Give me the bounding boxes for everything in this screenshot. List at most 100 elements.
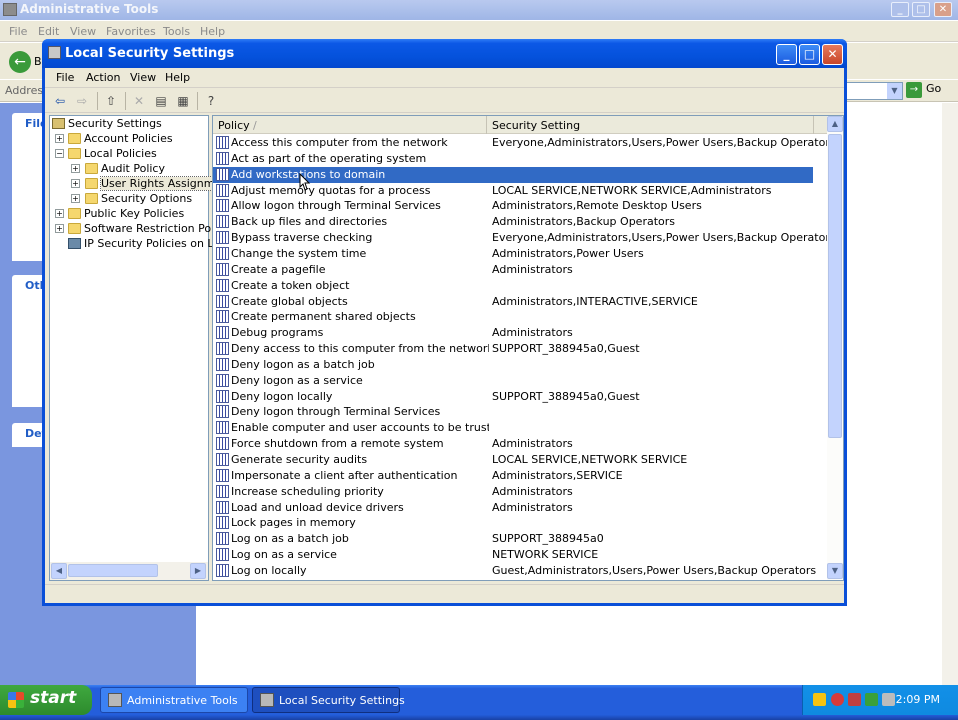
table-row[interactable]: Create a token object (213, 278, 813, 294)
table-row[interactable]: Deny logon locally SUPPORT_388945a0,Guest (213, 389, 813, 405)
tree-node-label: Local Policies (84, 147, 157, 160)
sort-indicator-icon: / (253, 119, 257, 132)
collapse-icon[interactable]: − (55, 149, 64, 158)
delete-icon[interactable]: ✕ (130, 92, 148, 110)
background-window-titlebar[interactable]: Administrative Tools _ □ ✕ (0, 0, 958, 20)
minimize-button[interactable]: _ (776, 44, 797, 65)
tree-node-security-settings[interactable]: Security Settings (52, 116, 162, 131)
dialog-toolbar: ⇦ ⇨ ⇧ ✕ ▤ ▦ ? (45, 89, 844, 113)
tree-node-label: Security Settings (68, 117, 162, 130)
table-row[interactable]: Access this computer from the network Eve… (213, 135, 836, 151)
table-row[interactable]: Create permanent shared objects (213, 309, 813, 325)
bg-menu-tools[interactable]: Tools (163, 25, 190, 38)
bg-maximize-button[interactable]: □ (912, 2, 930, 17)
tree-node-local-policies[interactable]: Local Policies (68, 146, 157, 161)
table-row[interactable]: Create a pagefile Administrators (213, 262, 813, 278)
security-shield-icon[interactable] (813, 693, 826, 706)
column-header-security-setting[interactable]: Security Setting (487, 116, 814, 134)
export-list-icon[interactable]: ▦ (174, 92, 192, 110)
table-row[interactable]: Increase scheduling priority Administrato… (213, 484, 813, 500)
table-row[interactable]: Enable computer and user accounts to be … (213, 420, 813, 436)
tree-node-ip-security[interactable]: IP Security Policies on Loca (68, 236, 233, 251)
expand-icon[interactable]: + (55, 134, 64, 143)
table-row[interactable]: Create global objects Administrators,INTE… (213, 294, 813, 310)
scroll-left-icon[interactable]: ◀ (51, 563, 67, 579)
table-row[interactable]: Lock pages in memory (213, 515, 813, 531)
expand-icon[interactable]: + (71, 194, 80, 203)
bg-back-label[interactable]: B (34, 55, 42, 68)
menu-view[interactable]: View (130, 71, 156, 84)
address-input[interactable]: ▼ (845, 82, 903, 100)
column-label: Security Setting (492, 119, 581, 132)
table-row[interactable]: Act as part of the operating system (213, 151, 813, 167)
start-button[interactable]: start (0, 685, 92, 715)
back-arrow-icon[interactable]: ⇦ (51, 92, 69, 110)
properties-icon[interactable]: ▤ (152, 92, 170, 110)
table-row[interactable]: Deny access to this computer from the ne… (213, 341, 813, 357)
menu-file[interactable]: File (56, 71, 74, 84)
table-row[interactable]: Force shutdown from a remote system Admin… (213, 436, 813, 452)
computer-icon[interactable] (882, 693, 895, 706)
table-row[interactable]: Deny logon as a batch job (213, 357, 813, 373)
clock: 2:09 PM (895, 693, 940, 706)
bg-back-icon[interactable]: ← (9, 51, 31, 73)
dialog-titlebar[interactable]: Local Security Settings _ □ ✕ (42, 39, 847, 68)
table-row[interactable]: Log on locally Guest,Administrators,Users… (213, 563, 816, 579)
go-button[interactable]: → Go (906, 82, 946, 100)
policy-name: Act as part of the operating system (231, 151, 427, 165)
tree-node-public-key-policies[interactable]: Public Key Policies (68, 206, 184, 221)
background-scrollbar[interactable] (942, 103, 958, 685)
table-row[interactable]: Bypass traverse checking Everyone,Adminis… (213, 230, 836, 246)
table-row[interactable]: Debug programs Administrators (213, 325, 813, 341)
menu-action[interactable]: Action (86, 71, 120, 84)
table-row[interactable]: Log on as a service NETWORK SERVICE (213, 547, 813, 563)
table-row[interactable]: Deny logon through Terminal Services (213, 404, 813, 420)
tree-node-user-rights-assignment[interactable]: User Rights Assignmen (85, 176, 230, 191)
policy-name: Deny logon as a batch job (231, 357, 375, 371)
network-alert-icon[interactable] (848, 693, 861, 706)
address-dropdown-icon[interactable]: ▼ (887, 83, 902, 99)
close-button[interactable]: ✕ (822, 44, 843, 65)
network-icon[interactable] (865, 693, 878, 706)
table-row[interactable]: Back up files and directories Administrat… (213, 214, 813, 230)
column-label: Policy (218, 119, 250, 132)
bg-menu-file[interactable]: File (9, 25, 27, 38)
tree-node-audit-policy[interactable]: Audit Policy (85, 161, 165, 176)
list-scroll-thumb[interactable] (828, 134, 842, 438)
task-local-security-settings[interactable]: Local Security Settings (252, 687, 405, 713)
tree-scroll-thumb[interactable] (68, 564, 158, 577)
bg-menu-view[interactable]: View (70, 25, 96, 38)
forward-arrow-icon[interactable]: ⇨ (73, 92, 91, 110)
bg-menu-edit[interactable]: Edit (38, 25, 59, 38)
table-row[interactable]: Deny logon as a service (213, 373, 813, 389)
bg-close-button[interactable]: ✕ (934, 2, 952, 17)
bg-menu-favorites[interactable]: Favorites (106, 25, 156, 38)
table-row[interactable]: Allow logon through Terminal Services Adm… (213, 198, 813, 214)
expand-icon[interactable]: + (71, 179, 80, 188)
table-row[interactable]: Impersonate a client after authenticatio… (213, 468, 813, 484)
expand-icon[interactable]: + (55, 209, 64, 218)
scroll-up-icon[interactable]: ▲ (827, 116, 843, 132)
column-header-policy[interactable]: Policy / (213, 116, 487, 134)
bg-menu-help[interactable]: Help (200, 25, 225, 38)
table-row[interactable]: Change the system time Administrators,Pow… (213, 246, 813, 262)
scroll-down-icon[interactable]: ▼ (827, 563, 843, 579)
expand-icon[interactable]: + (55, 224, 64, 233)
list-vertical-scrollbar[interactable]: ▲ ▼ (827, 116, 843, 580)
scroll-right-icon[interactable]: ▶ (190, 563, 206, 579)
task-administrative-tools[interactable]: Administrative Tools (100, 687, 248, 713)
tree-horizontal-scrollbar[interactable]: ◀ ▶ (50, 562, 208, 580)
help-icon[interactable]: ? (202, 92, 220, 110)
tree-node-software-restriction[interactable]: Software Restriction Policie (68, 221, 233, 236)
table-row[interactable]: Load and unload device drivers Administra… (213, 500, 813, 516)
table-row[interactable]: Generate security audits LOCAL SERVICE,NE… (213, 452, 813, 468)
up-folder-icon[interactable]: ⇧ (102, 92, 120, 110)
bg-minimize-button[interactable]: _ (891, 2, 909, 17)
menu-help[interactable]: Help (165, 71, 190, 84)
expand-icon[interactable]: + (71, 164, 80, 173)
antivirus-icon[interactable] (831, 693, 844, 706)
maximize-button[interactable]: □ (799, 44, 820, 65)
tree-node-account-policies[interactable]: Account Policies (68, 131, 173, 146)
tree-node-security-options[interactable]: Security Options (85, 191, 192, 206)
table-row[interactable]: Log on as a batch job SUPPORT_388945a0 (213, 531, 813, 547)
